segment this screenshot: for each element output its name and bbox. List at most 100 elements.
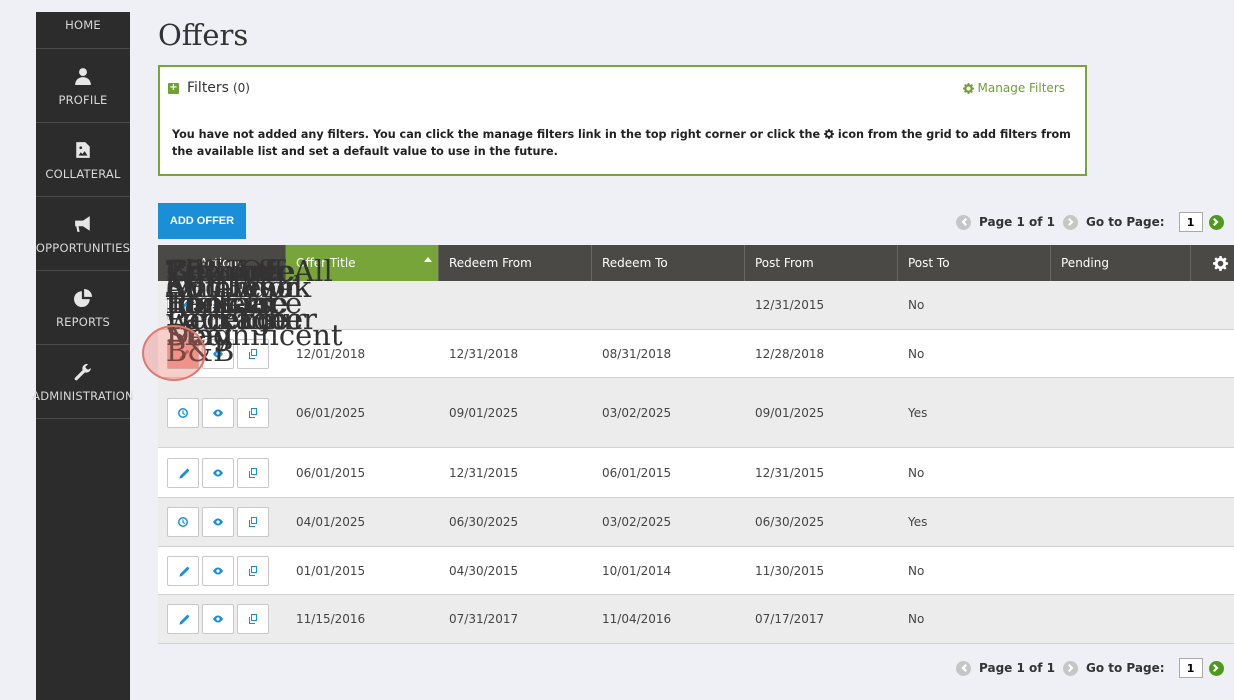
sidebar-item-opportunities[interactable]: OPPORTUNITIES: [36, 197, 130, 271]
grid-body: 15% off Mid-Week in December Deal 12/31/2…: [158, 257, 1234, 644]
edit-button[interactable]: [167, 555, 199, 586]
next-page-button-disabled[interactable]: [1063, 214, 1078, 230]
manage-filters-link[interactable]: Manage Filters: [962, 81, 1065, 95]
filters-toggle[interactable]: + Filters (0): [168, 80, 250, 96]
offers-grid: Actions Offer Title Redeem From Redeem T…: [158, 245, 1234, 644]
sidebar: HOME PROFILE COLLATERAL OPPORTUNITIES RE…: [32, 12, 134, 700]
cell-redeem-to: [439, 281, 592, 329]
goto-page-input[interactable]: [1178, 658, 1203, 678]
copy-icon: [249, 517, 257, 527]
copy-icon: [249, 565, 257, 576]
cell-post-from: 08/31/2018: [602, 346, 672, 361]
cell-post-from: 11/04/2016: [602, 612, 672, 626]
table-row: 20% Off All Summer Long at Derek's Magni…: [158, 257, 1234, 448]
clock-icon: [178, 407, 188, 418]
view-button[interactable]: [202, 604, 234, 634]
edit-button[interactable]: [167, 604, 199, 634]
copy-button[interactable]: [237, 457, 269, 488]
prev-page-button[interactable]: [956, 214, 971, 230]
filters-count: (0): [232, 81, 250, 95]
user-icon: [72, 65, 94, 87]
cell-redeem-to: 04/30/2015: [449, 563, 519, 578]
page-indicator: Page 1 of 1: [979, 215, 1055, 229]
gear-icon: [823, 129, 834, 139]
goto-page-input[interactable]: [1178, 212, 1203, 232]
eye-icon: [213, 518, 223, 526]
cell-post-to: 07/17/2017: [755, 612, 825, 626]
pending-status-button[interactable]: [167, 507, 199, 537]
filters-panel: + Filters (0) Manage Filters You have no…: [158, 65, 1087, 176]
sidebar-item-profile[interactable]: PROFILE: [36, 49, 130, 123]
copy-icon: [249, 407, 257, 418]
pencil-icon: [179, 614, 189, 625]
prev-page-button[interactable]: [956, 660, 971, 676]
add-offer-button[interactable]: ADD OFFER: [158, 203, 246, 239]
filters-message-part1: You have not added any filters. You can …: [172, 128, 821, 141]
cell-post-to: 12/31/2015: [755, 298, 825, 312]
sidebar-item-label: PROFILE: [58, 92, 108, 107]
sidebar-item-collateral[interactable]: COLLATERAL: [36, 123, 130, 197]
cell-pending: No: [908, 346, 925, 361]
copy-button[interactable]: [237, 507, 269, 537]
row-actions: [158, 547, 286, 594]
plus-icon: +: [168, 81, 179, 94]
column-header-post-from[interactable]: Post From: [745, 245, 898, 281]
cell-pending: No: [908, 612, 925, 626]
eye-icon: [213, 409, 223, 416]
table-row: Biltmore Splendor Package 06/01/2015 12/31…: [158, 257, 1234, 498]
view-button[interactable]: [202, 555, 234, 586]
view-button[interactable]: [202, 507, 234, 537]
goto-page-label: Go to Page:: [1086, 215, 1165, 229]
pager-bottom: Page 1 of 1 Go to Page:: [956, 658, 1224, 678]
goto-page-button[interactable]: [1208, 214, 1224, 230]
cell-offer-title: Zipline On Down the Line Package: [166, 254, 302, 336]
sort-ascending-icon: [424, 257, 432, 262]
eye-icon: [213, 469, 223, 476]
view-button[interactable]: [202, 397, 234, 428]
goto-page-button[interactable]: [1208, 660, 1224, 676]
copy-icon: [249, 614, 257, 624]
sidebar-item-label: REPORTS: [55, 314, 111, 329]
sidebar-item-administration[interactable]: ADMINISTRATION: [32, 345, 134, 419]
chevron-left-icon: [961, 218, 967, 226]
grid-settings-button[interactable]: [1191, 245, 1234, 281]
column-header-pending[interactable]: Pending: [1051, 245, 1191, 281]
cell-redeem-from: 01/01/2015: [296, 563, 366, 578]
table-row: Get Free AVLFest Tickets with Your Stay 0…: [158, 257, 1234, 547]
chevron-left-icon: [961, 664, 967, 672]
cell-post-to: 06/30/2025: [755, 515, 825, 529]
column-header-redeem-from[interactable]: Redeem From: [439, 245, 592, 281]
sidebar-item-label: OPPORTUNITIES: [35, 240, 131, 255]
column-header-redeem-to[interactable]: Redeem To: [592, 245, 745, 281]
eye-icon: [213, 615, 223, 623]
cell-pending: Yes: [908, 405, 928, 420]
copy-button[interactable]: [237, 604, 269, 634]
pending-status-button[interactable]: [167, 397, 199, 428]
cell-redeem-to: 07/31/2017: [449, 612, 519, 626]
copy-button[interactable]: [237, 555, 269, 586]
cell-pending: No: [908, 298, 925, 312]
cell-post-to: 12/28/2018: [755, 346, 825, 361]
sidebar-item-reports[interactable]: REPORTS: [36, 271, 130, 345]
sidebar-item-home[interactable]: HOME: [36, 12, 130, 49]
pencil-icon: [179, 566, 189, 577]
wrench-icon: [72, 361, 94, 383]
image-file-icon: [72, 139, 94, 161]
sidebar-item-label: COLLATERAL: [45, 166, 121, 181]
cell-pending: No: [908, 465, 925, 480]
table-row: Zipline On Down the Line Package 11/15/20…: [158, 257, 1234, 644]
cell-post-from: 03/02/2025: [602, 515, 672, 529]
gear-icon: [962, 82, 974, 94]
view-button[interactable]: [202, 457, 234, 488]
next-page-button-disabled[interactable]: [1063, 660, 1078, 676]
row-actions: [158, 595, 286, 643]
row-actions: [158, 378, 286, 447]
gear-icon: [1213, 255, 1228, 271]
cell-redeem-to: 06/30/2025: [449, 515, 519, 529]
pager-top: Page 1 of 1 Go to Page:: [956, 212, 1224, 232]
copy-button[interactable]: [237, 397, 269, 428]
cell-post-to: 11/30/2015: [755, 563, 825, 578]
column-header-post-to[interactable]: Post To: [898, 245, 1051, 281]
edit-button[interactable]: [167, 457, 199, 488]
cell-post-from: [592, 281, 745, 329]
